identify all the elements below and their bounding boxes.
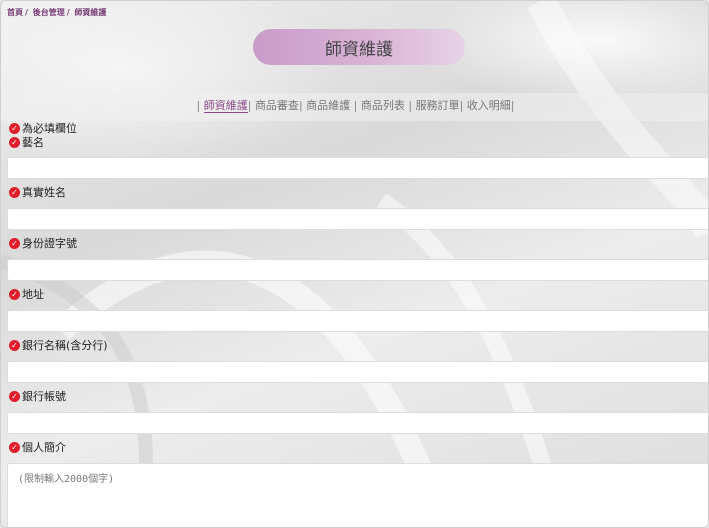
tab-teacher-maintenance[interactable]: 師資維護 [203,99,248,113]
bank-account-input[interactable] [7,412,708,434]
real-name-input[interactable] [7,208,708,230]
stage-name-input[interactable] [7,157,708,179]
tab-separator: | [196,99,201,112]
breadcrumb-current: 師資維護 [74,8,107,17]
tab-income-details[interactable]: 收入明細 [467,99,511,112]
breadcrumb-admin[interactable]: 後台管理 [33,8,65,17]
check-circle-icon: ✓ [9,441,20,453]
field-label-address: ✓ 地址 [1,287,708,310]
page-title-pill: 師資維護 [253,29,465,65]
tab-product-review[interactable]: 商品審查 [255,99,299,112]
check-circle-icon: ✓ [9,339,20,351]
field-label-id-number: ✓ 身份證字號 [1,236,708,259]
id-number-input[interactable] [7,259,708,281]
check-circle-icon: ✓ [9,237,20,249]
breadcrumb-home[interactable]: 首頁 [7,8,23,17]
tab-product-list[interactable]: 商品列表 [361,99,405,112]
check-circle-icon: ✓ [9,122,20,134]
tab-service-orders[interactable]: 服務訂單 [416,99,460,112]
bank-name-input[interactable] [7,361,708,383]
field-label-intro: ✓ 個人簡介 [1,440,708,463]
teacher-form: ✓ 為必填欄位 ✓ 藝名 ✓ 真實姓名 ✓ 身份證字號 ✓ 地址 ✓ 銀行名稱(含分行) ✓… [1,121,708,527]
check-circle-icon: ✓ [9,288,20,300]
check-circle-icon: ✓ [9,186,20,198]
check-circle-icon: ✓ [9,390,20,402]
page-title: 師資維護 [325,40,393,60]
field-label-real-name: ✓ 真實姓名 [1,185,708,208]
address-input[interactable] [7,310,708,332]
field-label-bank-account: ✓ 銀行帳號 [1,389,708,412]
breadcrumb: 首頁 / 後台管理 / 師資維護 [7,8,107,17]
page-frame: 首頁 / 後台管理 / 師資維護 師資維護 | 師資維護| 商品審查| 商品維護 |… [0,0,709,528]
required-note: ✓ 為必填欄位 [1,121,708,135]
check-circle-icon: ✓ [9,136,20,148]
tab-product-maintenance[interactable]: 商品維護 [306,99,350,112]
intro-textarea[interactable] [7,463,708,527]
field-label-stage-name: ✓ 藝名 [1,135,708,157]
field-label-bank-name: ✓ 銀行名稱(含分行) [1,338,708,361]
tab-bar: | 師資維護| 商品審查| 商品維護 | 商品列表 | 服務訂單| 收入明細| [1,93,708,121]
